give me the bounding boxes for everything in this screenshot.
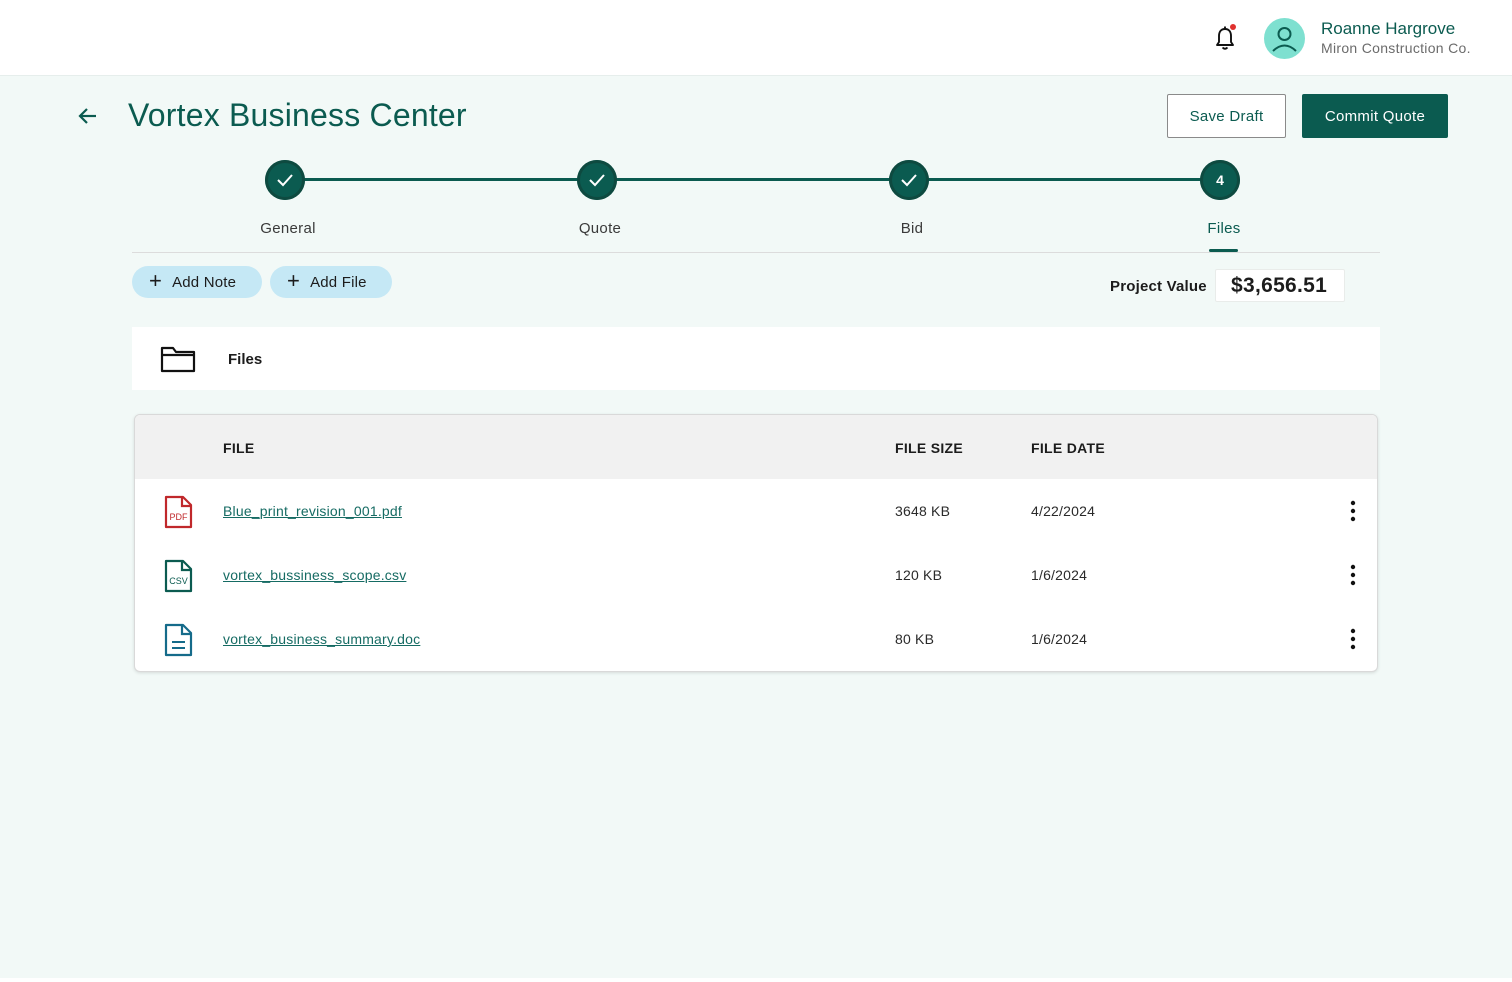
table-header: FILE FILE SIZE FILE DATE bbox=[135, 415, 1377, 479]
add-file-label: Add File bbox=[310, 273, 367, 291]
table-row: CSV vortex_bussiness_scope.csv 120 KB 1/… bbox=[135, 543, 1377, 607]
add-note-button[interactable]: + Add Note bbox=[132, 266, 262, 298]
plus-icon: + bbox=[149, 268, 163, 293]
more-options-icon[interactable] bbox=[1341, 627, 1365, 651]
user-company: Miron Construction Co. bbox=[1321, 40, 1471, 56]
file-link[interactable]: vortex_bussiness_scope.csv bbox=[223, 567, 406, 583]
add-note-label: Add Note bbox=[172, 273, 237, 291]
commit-quote-button[interactable]: Commit Quote bbox=[1302, 94, 1448, 138]
files-table: FILE FILE SIZE FILE DATE PDF Blue_print_… bbox=[134, 414, 1378, 672]
file-link[interactable]: vortex_business_summary.doc bbox=[223, 631, 420, 647]
files-section-title: Files bbox=[228, 351, 263, 368]
step-label-bid[interactable]: Bid bbox=[832, 220, 992, 237]
svg-text:CSV: CSV bbox=[169, 576, 188, 586]
stepper-connector bbox=[285, 178, 1220, 181]
column-header-file-size[interactable]: FILE SIZE bbox=[895, 440, 963, 456]
step-bid-circle[interactable] bbox=[889, 160, 929, 200]
stepper-divider bbox=[132, 252, 1380, 253]
user-icon bbox=[1272, 27, 1297, 52]
file-date: 1/6/2024 bbox=[1031, 631, 1088, 647]
notification-dot bbox=[1230, 24, 1236, 30]
notification-bell-icon[interactable] bbox=[1212, 24, 1238, 52]
step-label-files[interactable]: Files bbox=[1144, 220, 1304, 237]
doc-file-icon bbox=[164, 623, 193, 657]
plus-icon: + bbox=[287, 268, 301, 293]
avatar[interactable] bbox=[1264, 18, 1305, 59]
check-icon bbox=[277, 174, 293, 187]
bottom-edge bbox=[0, 978, 1512, 982]
column-header-file[interactable]: FILE bbox=[223, 440, 255, 456]
page-title: Vortex Business Center bbox=[128, 97, 467, 133]
table-row: vortex_business_summary.doc 80 KB 1/6/20… bbox=[135, 607, 1377, 671]
check-icon bbox=[901, 174, 917, 187]
more-options-icon[interactable] bbox=[1341, 563, 1365, 587]
top-bar: Roanne Hargrove Miron Construction Co. bbox=[0, 0, 1512, 76]
step-label-quote[interactable]: Quote bbox=[520, 220, 680, 237]
save-draft-button[interactable]: Save Draft bbox=[1167, 94, 1286, 138]
back-arrow-icon[interactable] bbox=[76, 104, 102, 128]
check-icon bbox=[589, 174, 605, 187]
step-files-circle[interactable]: 4 bbox=[1200, 160, 1240, 200]
project-value-label: Project Value bbox=[1110, 278, 1207, 295]
add-file-button[interactable]: + Add File bbox=[270, 266, 392, 298]
file-size: 80 KB bbox=[895, 631, 935, 647]
file-size: 120 KB bbox=[895, 567, 943, 583]
user-name: Roanne Hargrove bbox=[1321, 19, 1456, 38]
folder-icon bbox=[160, 346, 196, 373]
step-label-general[interactable]: General bbox=[208, 220, 368, 237]
step-quote-circle[interactable] bbox=[577, 160, 617, 200]
table-row: PDF Blue_print_revision_001.pdf 3648 KB … bbox=[135, 479, 1377, 543]
more-options-icon[interactable] bbox=[1341, 499, 1365, 523]
file-link[interactable]: Blue_print_revision_001.pdf bbox=[223, 503, 402, 519]
file-size: 3648 KB bbox=[895, 503, 951, 519]
step-number: 4 bbox=[1216, 172, 1224, 188]
file-date: 4/22/2024 bbox=[1031, 503, 1096, 519]
column-header-file-date[interactable]: FILE DATE bbox=[1031, 440, 1105, 456]
svg-text:PDF: PDF bbox=[170, 512, 189, 522]
pdf-file-icon: PDF bbox=[164, 495, 193, 529]
step-general-circle[interactable] bbox=[265, 160, 305, 200]
project-value-amount: $3,656.51 bbox=[1215, 269, 1345, 302]
file-date: 1/6/2024 bbox=[1031, 567, 1088, 583]
csv-file-icon: CSV bbox=[164, 559, 193, 593]
files-section-header: Files bbox=[132, 327, 1380, 390]
